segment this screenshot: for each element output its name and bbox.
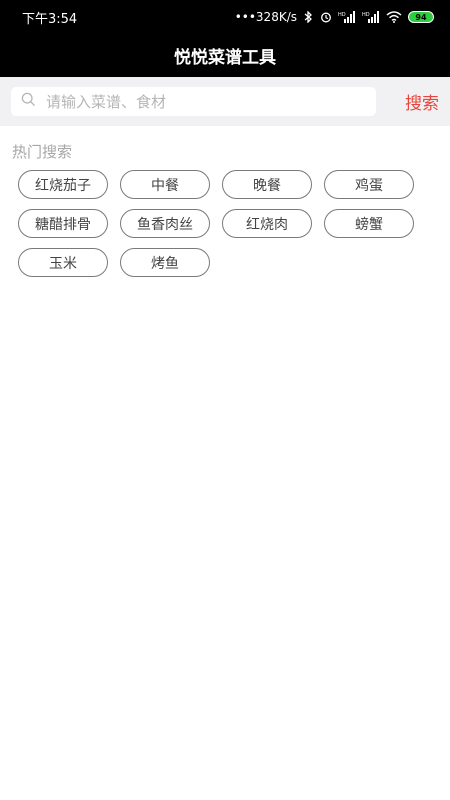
hot-search-tags: 红烧茄子 中餐 晚餐 鸡蛋 糖醋排骨 鱼香肉丝 红烧肉 螃蟹 玉米 烤鱼 [18,170,438,277]
hot-tag[interactable]: 糖醋排骨 [18,209,108,238]
search-bar: 搜索 [0,77,450,126]
hot-tag[interactable]: 红烧肉 [222,209,312,238]
search-icon [21,92,36,111]
hot-search-title: 热门搜索 [12,143,73,161]
alarm-icon [320,11,332,23]
hot-tag[interactable]: 鱼香肉丝 [120,209,210,238]
hot-tag[interactable]: 鸡蛋 [324,170,414,199]
svg-text:HD: HD [362,12,370,18]
hot-tag[interactable]: 烤鱼 [120,248,210,277]
status-time: 下午3:54 [22,11,78,27]
signal-icon-2: HD [362,11,380,23]
hot-tag[interactable]: 中餐 [120,170,210,199]
hot-tag[interactable]: 螃蟹 [324,209,414,238]
app-header: 悦悦菜谱工具 [0,34,450,77]
page-title: 悦悦菜谱工具 [174,48,276,68]
search-input[interactable] [44,91,358,112]
hot-tag[interactable]: 晚餐 [222,170,312,199]
signal-icon-1: HD [338,11,356,23]
status-bar: 下午3:54 •••328K/s HD HD 94 [0,0,450,34]
hot-tag[interactable]: 玉米 [18,248,108,277]
hot-tag[interactable]: 红烧茄子 [18,170,108,199]
status-icons: •••328K/s HD HD 94 [235,10,434,24]
search-box[interactable] [11,87,376,116]
svg-text:HD: HD [338,12,346,18]
wifi-icon [386,11,402,23]
battery-icon: 94 [408,11,434,23]
network-speed: •••328K/s [234,10,297,24]
search-button[interactable]: 搜索 [405,87,439,116]
bluetooth-icon [303,11,314,23]
